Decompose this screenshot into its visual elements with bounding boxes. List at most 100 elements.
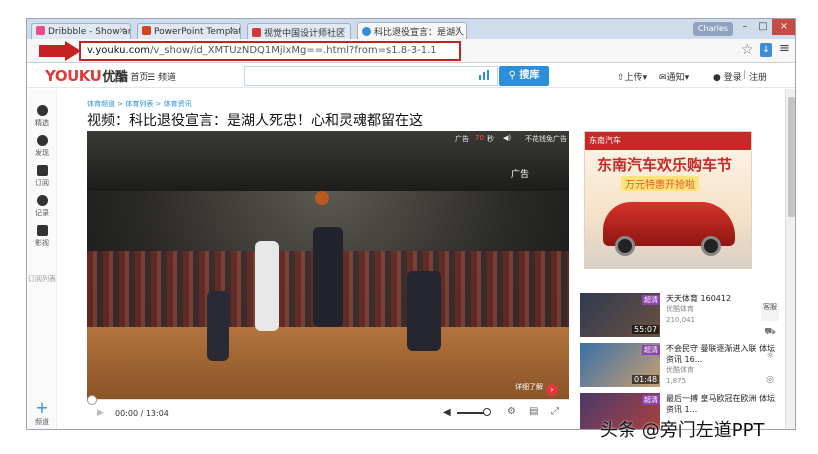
login-link[interactable]: ● 登录 [713, 70, 742, 83]
duration: 01:48 [632, 375, 660, 384]
video-frame[interactable]: 广告 70 秒 ◀) 不花钱免广告 广告 详细了解 › [87, 131, 569, 399]
banner-title: 东南汽车欢乐购车节 [597, 156, 733, 174]
basketball-player-white [255, 241, 279, 331]
tab-shijue[interactable]: 视觉中国设计师社区 × [247, 23, 351, 39]
close-icon[interactable]: × [338, 26, 346, 36]
register-link[interactable]: 注册 [749, 70, 767, 83]
search-button[interactable]: ⚲ 搜库 [499, 66, 549, 86]
basketball-player-dark [313, 227, 343, 327]
ad-banner[interactable]: 东南汽车 东南汽车欢乐购车节 万元特惠开抢啦 [584, 131, 752, 269]
ad-seconds: 秒 [487, 135, 494, 143]
play-icon [362, 27, 371, 36]
rss-icon [36, 165, 48, 176]
maximize-icon[interactable]: □ [753, 19, 773, 35]
volume-icon[interactable]: ◀ [443, 407, 451, 418]
customer-service-button[interactable]: 客服 [761, 303, 779, 321]
time-display: 00:00 / 13:04 [115, 409, 169, 418]
list-item[interactable]: 超清 01:48 不会民守 曼联逐渐进入联 体坛资讯 16... 优酷体育 1,… [580, 343, 780, 387]
rail-item-history[interactable]: 记录 [27, 195, 57, 218]
fullscreen-icon[interactable]: ⤢ [551, 406, 559, 417]
volume-handle[interactable] [483, 408, 491, 416]
list-item[interactable]: 超清 55:07 天天体育 160412 优酷体育 210,041 [580, 293, 780, 337]
car-wheel [701, 236, 721, 256]
chevron-down-icon: ▾ [642, 73, 648, 83]
cart-icon[interactable]: ⛟ [761, 327, 779, 345]
skip-ad-link[interactable]: 不花钱免广告 [525, 134, 567, 144]
browser-toolbar: v.youku.com/v_show/id_XMTUzNDQ1MjlxMg==.… [27, 39, 795, 63]
menu-icon[interactable]: ≡ [779, 41, 790, 56]
progress-handle[interactable] [87, 395, 97, 405]
scroll-thumb[interactable] [788, 97, 795, 217]
user-icon: ● [713, 73, 721, 83]
red-arrow-icon [39, 41, 81, 61]
rail-item-discover[interactable]: 发现 [27, 135, 57, 158]
home-icon: ▦ [119, 73, 128, 83]
breadcrumb[interactable]: 体育频道 > 体育列表 > 体育资讯 [87, 99, 192, 109]
ad-countdown: 70 [475, 134, 484, 142]
close-icon[interactable]: × [228, 26, 236, 36]
volume-icon[interactable]: ◀) [503, 134, 511, 142]
nav-home-label: 首页 [130, 73, 149, 83]
playlist-icon[interactable]: ▤ [529, 406, 538, 417]
duration: 55:07 [632, 325, 660, 334]
basketball-player-dark [207, 291, 229, 361]
lightbulb-icon[interactable]: ☼ [761, 351, 779, 369]
banner-subtitle: 万元特惠开抢啦 [621, 176, 699, 191]
plus-icon: + [35, 398, 49, 417]
upload-button[interactable]: ⇧上传▾ [617, 70, 647, 83]
rail-label: 订阅 [35, 179, 49, 187]
video-player[interactable]: 广告 70 秒 ◀) 不花钱免广告 广告 详细了解 › ▶ 00:00 / 13:… [87, 131, 569, 425]
tab-title: 科比退役宣言：是湖人 [374, 28, 465, 38]
upload-label: 上传 [624, 73, 643, 83]
extension-icon[interactable]: ↓ [760, 43, 772, 57]
rail-item-featured[interactable]: 精选 [27, 105, 57, 128]
video-title[interactable]: 天天体育 160412 [666, 294, 731, 303]
film-icon [36, 225, 48, 236]
court [87, 327, 569, 399]
close-icon[interactable]: × [118, 26, 126, 36]
minimize-icon[interactable]: – [735, 19, 755, 35]
video-title[interactable]: 不会民守 曼联逐渐进入联 体坛资讯 16... [666, 344, 775, 364]
settings-icon[interactable]: ⚙ [507, 406, 516, 417]
player-controls: ▶ 00:00 / 13:04 ◀ ⚙ ▤ ⤢ [87, 395, 569, 425]
clock-icon [36, 195, 48, 206]
close-window-icon[interactable]: × [772, 19, 795, 35]
user-profile-button[interactable]: Charles [693, 22, 733, 36]
powerpoint-icon [142, 26, 151, 35]
tab-powerpoint[interactable]: PowerPoint Templates× [137, 23, 241, 39]
play-icon[interactable]: ▶ [97, 408, 104, 418]
video-title[interactable]: 最后一搏 皇马欧冠在欧洲 体坛资讯 1... [666, 394, 775, 414]
play-circle-icon [36, 105, 48, 116]
bookmark-star-icon[interactable]: ☆ [741, 42, 754, 58]
basketball [315, 191, 329, 205]
page-scrollbar[interactable] [785, 89, 795, 429]
detail-button[interactable]: 详细了解 › [515, 382, 558, 396]
floating-rail: 客服 ⛟ ☼ ◎ [761, 303, 781, 399]
hd-badge: 超清 [642, 295, 660, 305]
headset-icon[interactable]: ◎ [761, 375, 779, 393]
shijue-icon [252, 28, 261, 37]
nav-channels[interactable]: ☰ 频道 [147, 70, 176, 83]
tab-title: 视觉中国设计师社区 [264, 29, 346, 39]
rail-item-movies[interactable]: 影视 [27, 225, 57, 248]
tab-dribbble[interactable]: Dribbble - Show and tell× [31, 23, 131, 39]
rail-subscribe-list[interactable]: 订阅列表 [27, 275, 57, 283]
watermark-text: 头条 @旁门左道PPT [600, 420, 765, 441]
close-icon[interactable]: × [454, 25, 462, 35]
search-input[interactable] [244, 66, 498, 86]
rail-channel[interactable]: + 频道 [27, 398, 57, 427]
detail-label: 详细了解 [515, 383, 543, 391]
notify-button[interactable]: ✉通知▾ [659, 70, 689, 83]
rail-label: 影视 [35, 239, 49, 247]
nav-channels-label: 频道 [157, 73, 176, 83]
rail-label: 记录 [35, 209, 49, 217]
youku-logo[interactable]: YOUKU优酷 [45, 66, 128, 85]
voice-bars-icon[interactable] [479, 70, 491, 80]
rail-item-subscribe[interactable]: 订阅 [27, 165, 57, 188]
basketball-player-dark [407, 271, 441, 351]
nav-home[interactable]: ▦ 首页 [119, 70, 148, 83]
site-header: YOUKU优酷 ▦ 首页 ☰ 频道 ⚲ 搜库 ⇧上传▾ ✉通知▾ ● 登录 | … [27, 64, 795, 88]
banner-brand: 东南汽车 [585, 132, 751, 150]
tab-youku[interactable]: 科比退役宣言：是湖人 × [357, 22, 467, 39]
address-bar[interactable]: v.youku.com/v_show/id_XMTUzNDQ1MjlxMg==.… [79, 41, 461, 61]
